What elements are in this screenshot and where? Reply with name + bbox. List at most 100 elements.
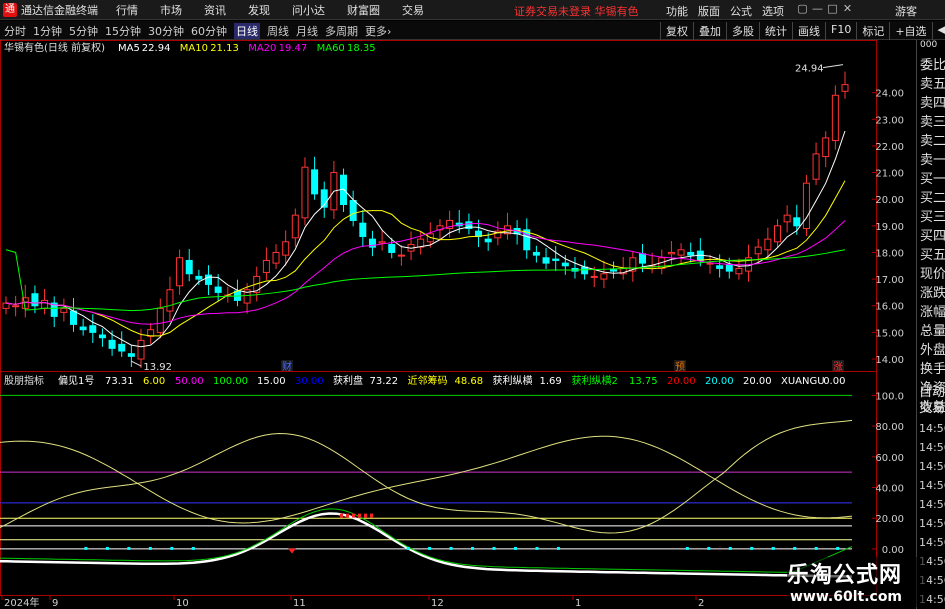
candle-body	[89, 325, 97, 333]
signal-dot	[707, 546, 711, 550]
quote-row[interactable]: 卖一	[917, 149, 945, 168]
period-tab[interactable]: 1分钟	[33, 23, 62, 39]
signal-dot	[836, 546, 840, 550]
candle-body	[291, 214, 299, 239]
quote-row[interactable]: 卖二	[917, 130, 945, 149]
restore-icon[interactable]: ▢	[795, 2, 810, 15]
close-icon[interactable]: ✕	[840, 2, 855, 15]
quote-row[interactable]: 总量	[917, 320, 945, 339]
quote-row[interactable]: 买三	[917, 206, 945, 225]
indicator-legend-value: 15.00	[257, 376, 286, 387]
candle-body	[638, 253, 646, 264]
tool-formula[interactable]: 公式	[730, 3, 752, 19]
chart-buttons: 复权 叠加 多股 统计 画线 F10 标记 +自选 ◀	[660, 22, 945, 40]
candle-body	[725, 263, 733, 272]
watermark-title: 乐淘公式网	[787, 563, 903, 588]
period-tab[interactable]: 60分钟	[191, 23, 227, 39]
candle-body	[185, 259, 193, 275]
menu-trade[interactable]: 交易	[402, 2, 424, 18]
trade-time: 14:56	[919, 536, 945, 549]
candles	[2, 71, 849, 369]
menu-news[interactable]: 资讯	[204, 2, 226, 18]
period-tab[interactable]: 日线	[234, 23, 260, 39]
y-tick-label: 17.00	[875, 275, 904, 286]
event-marker: 预	[675, 361, 685, 373]
candle-body	[841, 84, 849, 92]
login-alert[interactable]: 证券交易未登录 华锡有色	[514, 3, 639, 19]
candle-body	[773, 225, 781, 243]
quote-row[interactable]: 涨跌	[917, 282, 945, 301]
menu-ask[interactable]: 问小达	[292, 2, 325, 18]
chart-area[interactable]: 华锡有色(日线 前复权) MA5 22.94 MA10 21.13 MA20 19.47 MA…	[0, 40, 916, 609]
period-tab[interactable]: 周线	[267, 23, 289, 39]
period-tab[interactable]: 15分钟	[105, 23, 141, 39]
candle-body	[378, 241, 386, 244]
quote-row[interactable]: 现价	[917, 263, 945, 282]
candle-body	[41, 299, 49, 309]
candle-body	[359, 222, 367, 237]
chart-button[interactable]: 复权	[660, 22, 693, 40]
x-tick-label: 10	[176, 598, 189, 609]
signal-dot	[148, 546, 152, 550]
tool-options[interactable]: 选项	[762, 3, 784, 19]
quote-row[interactable]: 买四	[917, 225, 945, 244]
menu-discover[interactable]: 发现	[248, 2, 270, 18]
trade-time: 14:56	[919, 422, 945, 435]
chart-button[interactable]: 标记	[856, 22, 889, 40]
maximize-icon[interactable]: □	[825, 2, 840, 15]
indicator-legend-value: 0.00	[823, 376, 845, 387]
quote-row[interactable]: 委比	[917, 54, 945, 73]
signal-dot	[127, 546, 131, 550]
period-tab[interactable]: 月线	[296, 23, 318, 39]
indicator-legend-value: 73.22	[370, 376, 399, 387]
quote-row[interactable]: 涨幅	[917, 301, 945, 320]
quote-row[interactable]: 买一	[917, 168, 945, 187]
candle-body	[388, 243, 396, 253]
candle-body	[754, 246, 762, 255]
trade-title[interactable]: 自动交易	[919, 385, 945, 419]
tool-layout[interactable]: 版面	[698, 3, 720, 19]
quote-row[interactable]: 换手	[917, 358, 945, 377]
ma-legend-name: MA10	[180, 43, 208, 54]
candle-body	[70, 310, 78, 325]
chart-button[interactable]: 统计	[759, 22, 792, 40]
candle-body	[542, 257, 550, 264]
bias-line	[0, 512, 853, 578]
quote-row[interactable]: 买二	[917, 187, 945, 206]
candle-body	[667, 251, 675, 255]
chart-button[interactable]: 多股	[726, 22, 759, 40]
minimize-icon[interactable]: —	[810, 2, 825, 15]
chart-button[interactable]: +自选	[889, 22, 931, 40]
low-label: 13.92	[143, 362, 172, 373]
signal-dot	[728, 546, 732, 550]
menu-quotes[interactable]: 行情	[116, 2, 138, 18]
menu-market[interactable]: 市场	[160, 2, 182, 18]
indicator-tick-label: 20.00	[875, 514, 904, 525]
period-tab[interactable]: 多周期	[325, 23, 358, 39]
quote-row[interactable]: 外盘	[917, 339, 945, 358]
period-tab[interactable]: 30分钟	[148, 23, 184, 39]
indicator-legend-value: 6.00	[143, 376, 165, 387]
x-tick-label: 2024年	[4, 596, 39, 609]
near-chip-line	[0, 435, 853, 524]
ma-legend-name: MA60	[317, 43, 345, 54]
quote-row[interactable]: 卖五	[917, 73, 945, 92]
menu-wealth[interactable]: 财富圈	[347, 2, 380, 18]
period-tab[interactable]: 5分钟	[69, 23, 98, 39]
x-tick-label: 11	[293, 598, 306, 609]
y-tick-label: 21.00	[875, 169, 904, 180]
tool-function[interactable]: 功能	[666, 3, 688, 19]
chart-button[interactable]: 叠加	[693, 22, 726, 40]
quote-row[interactable]: 卖四	[917, 92, 945, 111]
period-tab[interactable]: 更多›	[365, 23, 391, 39]
chart-button[interactable]: ◀	[931, 22, 945, 40]
guest-login[interactable]: 游客	[895, 3, 917, 19]
candle-body	[349, 200, 357, 221]
period-tab[interactable]: 分时	[4, 23, 26, 39]
quote-row[interactable]: 买五	[917, 244, 945, 263]
chart-button[interactable]: F10	[825, 22, 856, 40]
indicator-legend-value: 20.00	[667, 376, 696, 387]
chart-button[interactable]: 画线	[792, 22, 825, 40]
quote-row[interactable]: 卖三	[917, 111, 945, 130]
x-tick-label: 2	[698, 598, 704, 609]
